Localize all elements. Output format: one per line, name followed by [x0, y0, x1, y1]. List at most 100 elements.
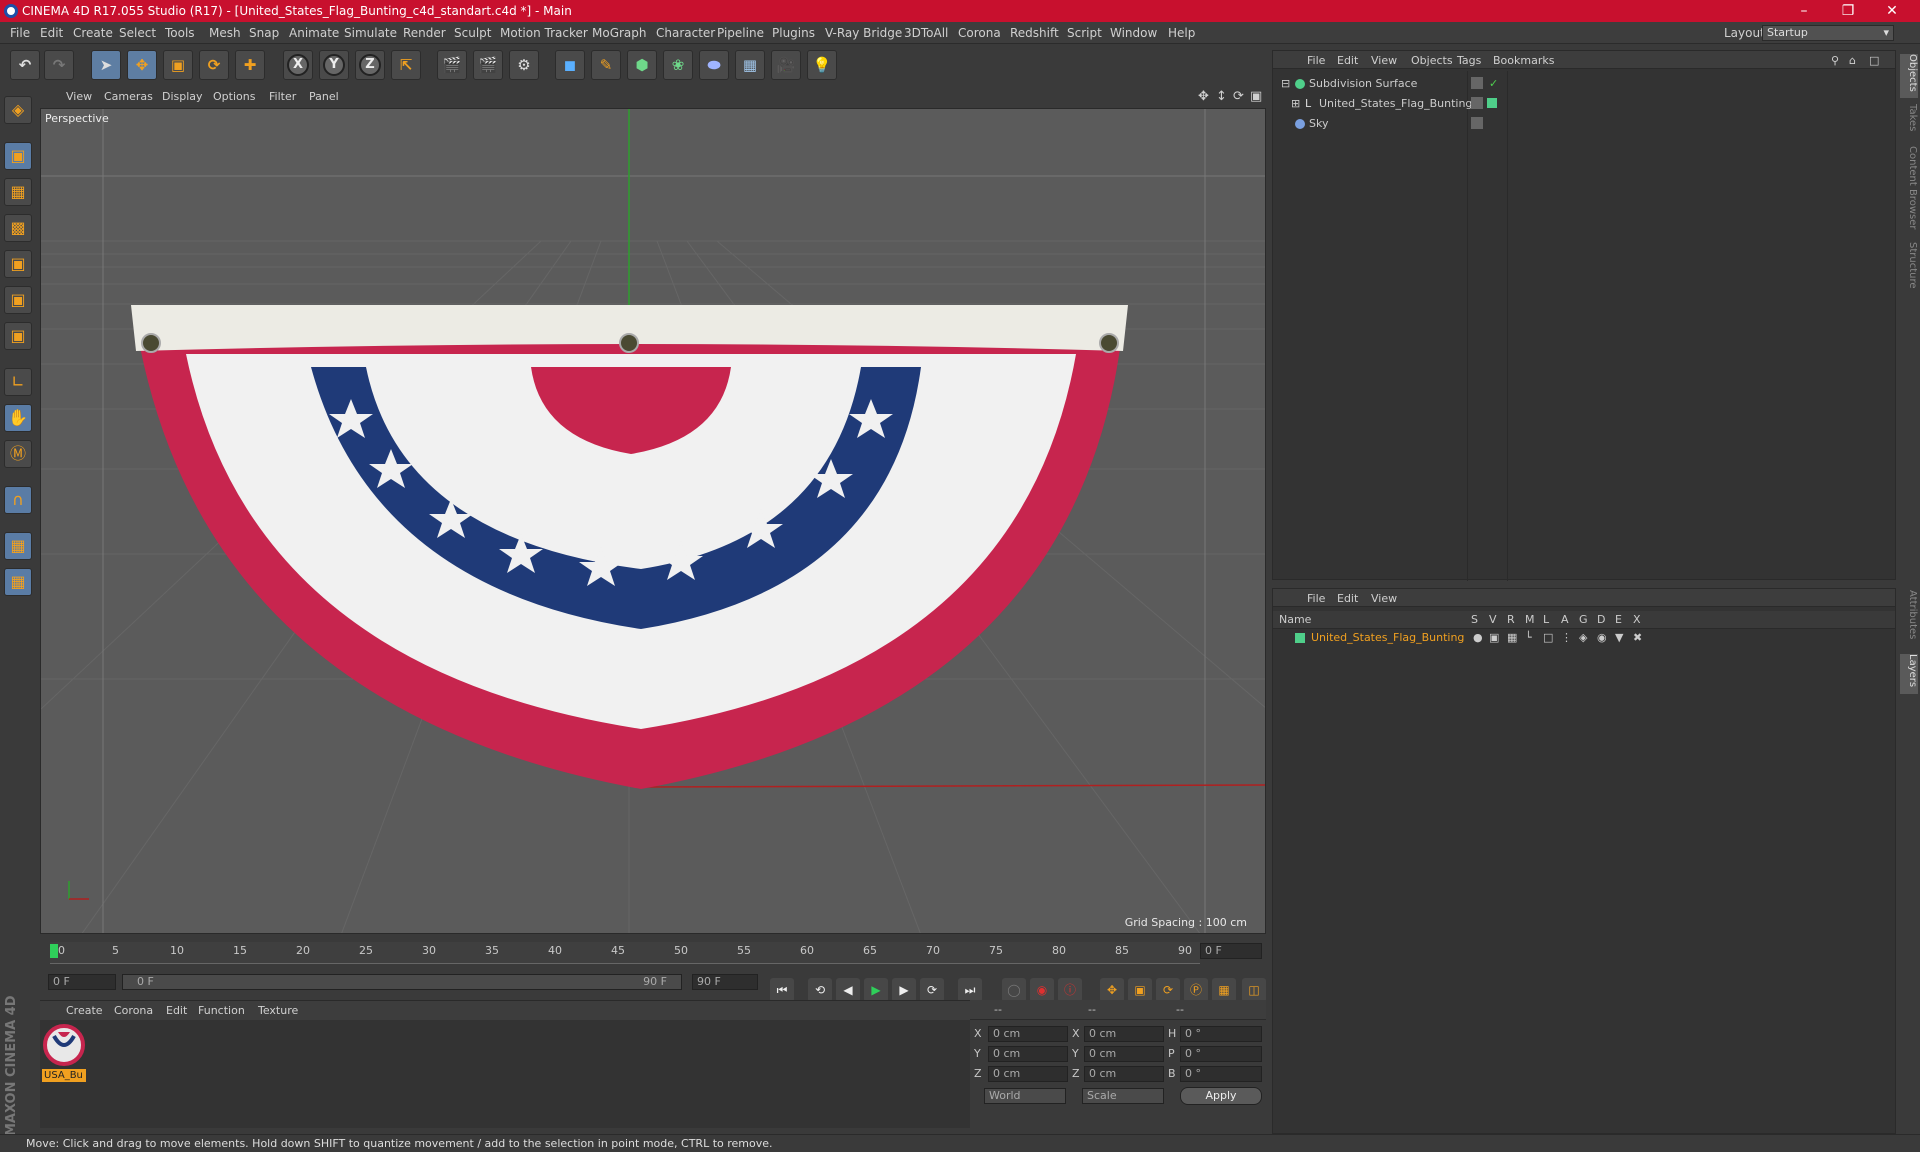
preview-range-slider[interactable]: 0 F 90 F	[122, 974, 682, 990]
menu-render[interactable]: Render	[403, 26, 446, 40]
object-name[interactable]: Subdivision Surface	[1309, 75, 1417, 93]
autokey-button[interactable]: ⓘ	[1058, 978, 1082, 1002]
model-mode-button[interactable]: ▣	[4, 142, 32, 170]
tweak-mode-button[interactable]: ✋	[4, 404, 32, 432]
end-frame-field[interactable]: 90 F	[692, 974, 758, 990]
timeline-ruler[interactable]: 0 5 10 15 20 25 30 35 40 45 50 55 60 65 …	[40, 938, 1266, 972]
rotation-p-field[interactable]: 0 °	[1180, 1046, 1262, 1062]
viewport-menu-options[interactable]: Options	[213, 90, 255, 103]
menu-mograph[interactable]: MoGraph	[592, 26, 647, 40]
menu-mesh[interactable]: Mesh	[209, 26, 241, 40]
polygons-mode-button[interactable]: ▣	[4, 322, 32, 350]
new-view-icon[interactable]: □	[1869, 54, 1879, 67]
layers-menu-file[interactable]: File	[1307, 592, 1325, 605]
x-axis-button[interactable]: X	[283, 50, 313, 80]
position-y-field[interactable]: 0 cm	[988, 1046, 1068, 1062]
menu-create[interactable]: Create	[73, 26, 113, 40]
menu-window[interactable]: Window	[1110, 26, 1157, 40]
tab-content-browser[interactable]: Content Browser	[1900, 146, 1918, 236]
menu-redshift[interactable]: Redshift	[1010, 26, 1059, 40]
objects-menu-bookmarks[interactable]: Bookmarks	[1493, 54, 1554, 67]
menu-select[interactable]: Select	[119, 26, 156, 40]
live-selection-button[interactable]: ➤	[91, 50, 121, 80]
menu-help[interactable]: Help	[1168, 26, 1195, 40]
view-icon[interactable]: ▣	[1489, 629, 1499, 647]
size-y-field[interactable]: 0 cm	[1084, 1046, 1164, 1062]
generator-icon[interactable]: ◈	[1579, 629, 1587, 647]
material-menu-function[interactable]: Function	[198, 1004, 245, 1017]
cube-object-button[interactable]: ◼	[555, 50, 585, 80]
rotation-h-field[interactable]: 0 °	[1180, 1026, 1262, 1042]
menu-edit[interactable]: Edit	[40, 26, 63, 40]
material-menu-edit[interactable]: Edit	[166, 1004, 187, 1017]
position-x-field[interactable]: 0 cm	[988, 1026, 1068, 1042]
render-settings-button[interactable]: ⚙	[509, 50, 539, 80]
expand-icon[interactable]: ⊞	[1291, 95, 1300, 113]
camera-button[interactable]: 🎥	[771, 50, 801, 80]
points-mode-button[interactable]: ▣	[4, 250, 32, 278]
lock-icon[interactable]: □	[1543, 629, 1553, 647]
xref-icon[interactable]: ✖	[1633, 629, 1642, 647]
restore-button[interactable]: ❐	[1826, 1, 1870, 21]
viewport-menu-cameras[interactable]: Cameras	[104, 90, 153, 103]
axis-mode-button[interactable]: ∟	[4, 368, 32, 396]
workplane-mode-button[interactable]: ▩	[4, 214, 32, 242]
tab-structure[interactable]: Structure	[1900, 242, 1918, 298]
spline-pen-button[interactable]: ✎	[591, 50, 621, 80]
key-scale-button[interactable]: ▣	[1128, 978, 1152, 1002]
size-z-field[interactable]: 0 cm	[1084, 1066, 1164, 1082]
move-tool-button[interactable]: ✥	[127, 50, 157, 80]
viewport-move-icon[interactable]: ✥	[1198, 89, 1209, 104]
objects-menu-view[interactable]: View	[1371, 54, 1397, 67]
y-axis-button[interactable]: Y	[319, 50, 349, 80]
visibility-toggle[interactable]	[1471, 117, 1483, 129]
viewport-menu-filter[interactable]: Filter	[269, 90, 296, 103]
close-button[interactable]: ✕	[1870, 1, 1914, 21]
subdivision-surface-button[interactable]: ⬢	[627, 50, 657, 80]
transform-tool-button[interactable]: ✚	[235, 50, 265, 80]
lock-workplane-button[interactable]: ▦	[4, 532, 32, 560]
viewport-zoom-icon[interactable]: ↕	[1216, 89, 1227, 104]
deformer-icon[interactable]: ◉	[1597, 629, 1607, 647]
collapse-icon[interactable]: ⊟	[1281, 75, 1290, 93]
menu-sculpt[interactable]: Sculpt	[454, 26, 491, 40]
start-frame-field[interactable]: 0 F	[48, 974, 116, 990]
render-icon[interactable]: ▦	[1507, 629, 1517, 647]
manager-icon[interactable]: └	[1525, 629, 1532, 647]
play-button[interactable]: ▶	[864, 978, 888, 1002]
layers-menu-edit[interactable]: Edit	[1337, 592, 1358, 605]
objects-menu-tags[interactable]: Tags	[1457, 54, 1481, 67]
key-rotation-button[interactable]: ⟳	[1156, 978, 1180, 1002]
make-editable-button[interactable]: ◈	[4, 96, 32, 124]
material-menu-texture[interactable]: Texture	[258, 1004, 298, 1017]
layer-name[interactable]: United_States_Flag_Bunting	[1311, 629, 1464, 647]
next-frame-button[interactable]: ▶	[892, 978, 916, 1002]
floor-button[interactable]: ▦	[735, 50, 765, 80]
z-axis-button[interactable]: Z	[355, 50, 385, 80]
undo-button[interactable]: ↶	[10, 50, 40, 80]
next-key-button[interactable]: ⟳	[920, 978, 944, 1002]
material-swatch[interactable]: USA_Bu	[42, 1024, 86, 1082]
material-menu-create[interactable]: Create	[66, 1004, 103, 1017]
object-row[interactable]: ⊟ Subdivision Surface ✓	[1273, 75, 1895, 93]
menu-snap[interactable]: Snap	[249, 26, 279, 40]
redo-button[interactable]: ↷	[44, 50, 74, 80]
render-picture-viewer-button[interactable]: 🎬	[473, 50, 503, 80]
coordinate-space-dropdown[interactable]: World	[984, 1088, 1066, 1104]
tab-objects[interactable]: Objects	[1900, 54, 1918, 98]
visibility-toggle[interactable]	[1471, 97, 1483, 109]
render-view-button[interactable]: 🎬	[437, 50, 467, 80]
viewport-maximize-icon[interactable]: ▣	[1250, 89, 1262, 104]
light-button[interactable]: 💡	[807, 50, 837, 80]
viewport-menu-panel[interactable]: Panel	[309, 90, 339, 103]
animation-icon[interactable]: ⋮	[1561, 629, 1572, 647]
mograph-cloner-button[interactable]: ❀	[663, 50, 693, 80]
current-frame-field[interactable]: 0 F	[1200, 943, 1262, 959]
menu-3dtoall[interactable]: 3DToAll	[904, 26, 948, 40]
layer-row[interactable]: United_States_Flag_Bunting ● ▣ ▦ └ □ ⋮ ◈…	[1273, 629, 1895, 647]
layout-dropdown[interactable]: Startup ▾	[1762, 25, 1894, 41]
apply-button[interactable]: Apply	[1180, 1087, 1262, 1105]
objects-menu-edit[interactable]: Edit	[1337, 54, 1358, 67]
go-to-end-button[interactable]: ⏭	[958, 978, 982, 1002]
menu-pipeline[interactable]: Pipeline	[717, 26, 764, 40]
